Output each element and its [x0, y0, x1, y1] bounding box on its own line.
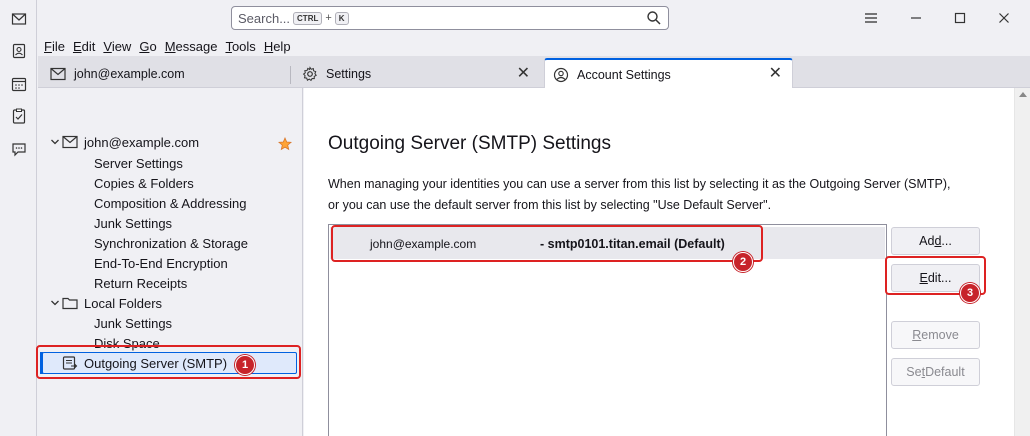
menu-view[interactable]: View: [103, 39, 131, 54]
menu-bar: File Edit View Go Message Tools Help: [38, 36, 1030, 56]
tree-local-folders[interactable]: Local Folders: [48, 293, 162, 313]
search-placeholder: Search...: [238, 10, 291, 26]
tab-account-settings[interactable]: Account Settings ✕: [544, 58, 793, 89]
chat-icon[interactable]: [9, 139, 29, 159]
default-account-star-icon: [277, 136, 293, 151]
folder-icon: [62, 295, 78, 311]
account-tree: john@example.com Server Settings Copies …: [38, 88, 303, 436]
menu-file[interactable]: File: [44, 39, 65, 54]
description: When managing your identities you can us…: [328, 174, 1008, 216]
search-icon: [646, 10, 662, 29]
add-button[interactable]: Ad d...: [891, 227, 980, 255]
tree-item-return-receipts[interactable]: Return Receipts: [94, 273, 187, 293]
chevron-down-icon[interactable]: [48, 137, 62, 147]
window-close-icon[interactable]: [994, 8, 1014, 28]
annotation-badge-1: 1: [235, 355, 255, 375]
scroll-up-icon[interactable]: [1019, 92, 1027, 97]
annotation-highlight-2: [331, 225, 763, 262]
description-line-2: or you can use the default server from t…: [328, 198, 772, 212]
calendar-icon[interactable]: [9, 74, 29, 94]
mail-icon: [50, 66, 66, 82]
tab-bar: john@example.com Settings ✕: [38, 56, 1030, 88]
tab-label: Settings: [326, 67, 372, 81]
content-scrollbar[interactable]: [1014, 88, 1030, 436]
description-line-1: When managing your identities you can us…: [328, 177, 951, 191]
tab-label: john@example.com: [74, 67, 185, 81]
menu-help[interactable]: Help: [264, 39, 291, 54]
set-default-button[interactable]: Se t Default: [891, 358, 980, 386]
account-label: john@example.com: [84, 134, 200, 150]
ctrl-key-hint: CTRL: [293, 11, 323, 25]
remove-button[interactable]: Remove: [891, 321, 980, 349]
plus-sign: +: [325, 12, 332, 24]
gear-icon: [302, 66, 318, 82]
account-mail-icon: [62, 134, 78, 150]
tab-label: Account Settings: [577, 67, 671, 82]
tree-item-server-settings[interactable]: Server Settings: [94, 153, 183, 173]
address-book-icon[interactable]: [9, 41, 29, 61]
tree-item-composition[interactable]: Composition & Addressing: [94, 193, 246, 213]
annotation-badge-2: 2: [733, 252, 753, 272]
tab-settings[interactable]: Settings ✕: [294, 60, 540, 88]
k-key-hint: K: [334, 11, 349, 25]
close-icon[interactable]: ✕: [517, 66, 530, 82]
maximize-icon[interactable]: [950, 8, 970, 28]
tree-account[interactable]: john@example.com: [48, 132, 199, 152]
spaces-toolbar: [0, 0, 37, 436]
tree-item-e2e-encryption[interactable]: End-To-End Encryption: [94, 253, 228, 273]
title-bar: Search... CTRL + K: [38, 0, 1030, 36]
tree-item-local-junk[interactable]: Junk Settings: [94, 313, 172, 333]
menu-edit[interactable]: Edit: [73, 39, 95, 54]
chevron-down-icon[interactable]: [48, 298, 62, 308]
tree-item-copies-folders[interactable]: Copies & Folders: [94, 173, 194, 193]
annotation-highlight-1: [36, 345, 301, 379]
tab-mail[interactable]: john@example.com: [42, 60, 290, 88]
menu-message[interactable]: Message: [165, 39, 218, 54]
tree-item-junk-settings[interactable]: Junk Settings: [94, 213, 172, 233]
tree-item-sync-storage[interactable]: Synchronization & Storage: [94, 233, 248, 253]
mail-space-icon[interactable]: [9, 9, 29, 29]
account-icon: [553, 67, 569, 83]
menu-go[interactable]: Go: [139, 39, 156, 54]
app-menu-icon[interactable]: [861, 8, 881, 28]
minimize-icon[interactable]: [906, 8, 926, 28]
page-title: Outgoing Server (SMTP) Settings: [328, 133, 611, 154]
close-icon[interactable]: ✕: [769, 66, 782, 82]
menu-tools[interactable]: Tools: [225, 39, 255, 54]
local-folders-label: Local Folders: [84, 295, 163, 311]
tab-separator: [290, 66, 291, 84]
annotation-badge-3: 3: [960, 283, 980, 303]
tasks-icon[interactable]: [9, 106, 29, 126]
search-input[interactable]: Search... CTRL + K: [231, 6, 669, 30]
